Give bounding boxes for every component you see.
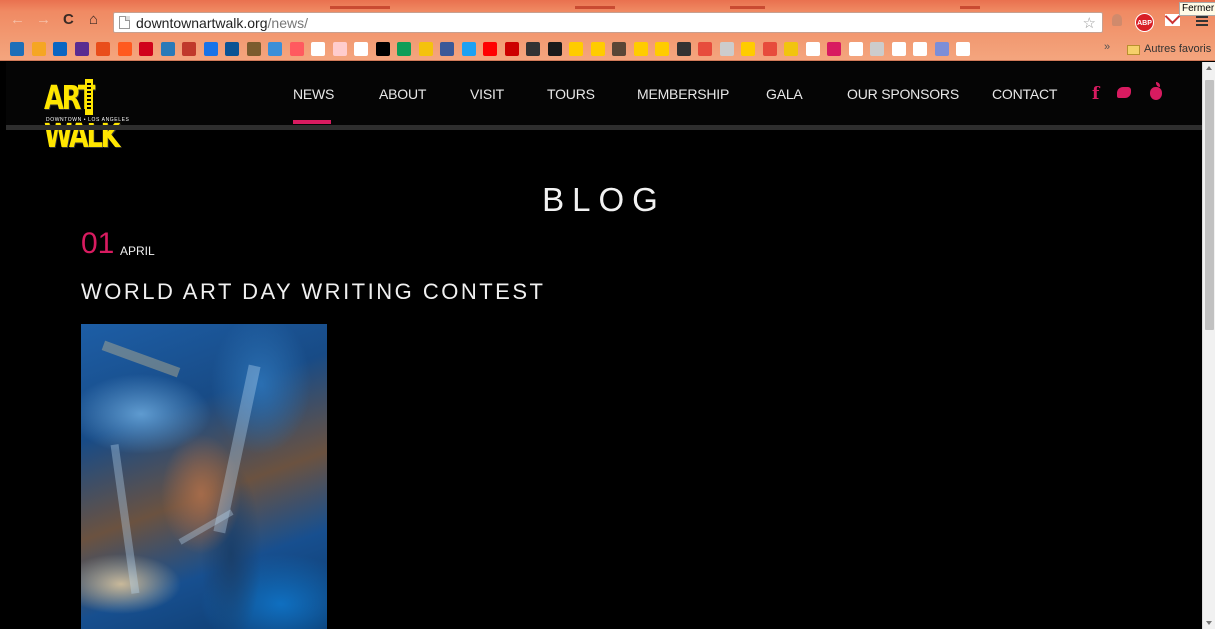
bookmark-favicon-icon[interactable] [956,42,970,56]
browser-toolbar: ← → C ⌂ downtownartwalk.org/news/ ☆ ABP … [0,0,1215,38]
bookmark-favicon-icon[interactable] [526,42,540,56]
bookmark-favicon-icon[interactable] [182,42,196,56]
bookmark-favicon-icon[interactable] [354,42,368,56]
bookmark-favicon-icon[interactable] [375,42,390,56]
folder-icon[interactable] [1127,45,1140,55]
nav-active-indicator [293,120,331,124]
logo-subtitle: DOWNTOWN • LOS ANGELES [46,117,130,123]
url-text[interactable]: downtownartwalk.org/news/ [136,15,308,31]
bookmark-favicon-icon[interactable] [676,42,691,56]
bookmark-favicon-icon[interactable] [246,42,261,56]
tab-strip-decoration [960,6,980,9]
bookmark-favicon-icon[interactable] [10,42,24,56]
bookmark-favicon-icon[interactable] [934,42,949,56]
bookmark-favicon-icon[interactable] [418,42,433,56]
bookmark-favicon-icon[interactable] [633,42,648,56]
bookmark-favicon-icon[interactable] [203,42,218,56]
bookmark-favicon-icon[interactable] [569,42,583,56]
bookmark-favicon-icon[interactable] [289,42,304,56]
bookmark-favicon-icon[interactable] [311,42,325,56]
url-domain: downtownartwalk.org [136,15,268,31]
url-path: /news/ [267,15,308,31]
apple-icon[interactable] [1150,82,1162,100]
twitter-icon[interactable] [1117,87,1131,98]
bookmark-favicon-icon[interactable] [913,42,927,56]
page-scrollbar[interactable] [1202,62,1215,629]
bookmark-favicon-icon[interactable] [483,42,497,56]
tab-strip-decoration [575,6,615,9]
header-divider [6,125,1202,130]
bookmark-favicon-icon[interactable] [461,42,476,56]
adblock-plus-icon[interactable]: ABP [1135,13,1154,32]
bookmarks-bar: » Autres favoris [0,38,1215,61]
image-texture [213,364,261,534]
bookmark-favicon-icon[interactable] [74,42,89,56]
bookmark-favicon-icon[interactable] [53,42,67,56]
bookmark-favicon-icon[interactable] [719,42,734,56]
notification-bell-icon[interactable] [1112,14,1122,26]
bookmark-favicon-icon[interactable] [590,42,605,56]
bookmark-favicon-icon[interactable] [547,42,562,56]
chrome-menu-icon[interactable] [1196,16,1208,26]
post-featured-image[interactable] [81,324,327,629]
bookmark-favicon-icon[interactable] [117,42,132,56]
scroll-up-arrow-icon[interactable] [1206,66,1212,70]
nav-gala[interactable]: GALA [766,85,803,103]
nav-membership[interactable]: MEMBERSHIP [637,85,729,103]
nav-our-sponsors[interactable]: OUR SPONSORS [847,85,959,103]
post-date-day: 01 [81,227,115,260]
artwalk-logo[interactable]: ART WALK DOWNTOWN • LOS ANGELES [44,79,152,155]
bookmark-favicon-icon[interactable] [805,42,820,56]
tab-strip-decoration [330,6,390,9]
bookmark-favicon-icon[interactable] [655,42,669,56]
bookmark-favicon-icon[interactable] [762,42,777,56]
bookmark-favicon-icon[interactable] [440,42,454,56]
bookmark-favicon-icon[interactable] [268,42,282,56]
facebook-icon[interactable]: f [1092,84,1099,104]
page-title: BLOG [542,181,666,218]
bookmark-favicon-icon[interactable] [96,42,110,56]
bookmark-favicon-icon[interactable] [160,42,175,56]
bookmark-favicon-icon[interactable] [139,42,153,56]
close-tooltip: Fermer [1179,2,1215,16]
home-button[interactable]: ⌂ [89,12,98,28]
back-button[interactable]: ← [10,12,25,28]
bookmark-favicon-icon[interactable] [784,42,798,56]
bookmark-favicon-icon[interactable] [397,42,411,56]
bookmark-favicon-icon[interactable] [31,42,46,56]
bookmarks-overflow-chevron[interactable]: » [1104,41,1110,53]
bookmark-favicon-icon[interactable] [225,42,239,56]
bookmark-favicon-icon[interactable] [891,42,906,56]
site-header: ART WALK DOWNTOWN • LOS ANGELES NEWS ABO… [6,62,1202,155]
nav-visit[interactable]: VISIT [470,85,504,103]
bookmark-favicon-icon[interactable] [332,42,347,56]
bookmark-favicon-icon[interactable] [698,42,712,56]
web-page: ART WALK DOWNTOWN • LOS ANGELES NEWS ABO… [6,62,1202,629]
nav-tours[interactable]: TOURS [547,85,595,103]
reload-button[interactable]: C [63,12,74,28]
scroll-thumb[interactable] [1205,80,1214,330]
scroll-down-arrow-icon[interactable] [1206,621,1212,625]
bookmark-favicon-icon[interactable] [848,42,863,56]
bookmarks-folder-other[interactable]: Autres favoris [1144,43,1211,56]
address-bar[interactable]: downtownartwalk.org/news/ ☆ [113,12,1103,33]
image-texture [101,340,181,378]
image-texture [110,444,140,594]
nav-contact[interactable]: CONTACT [992,85,1057,103]
post-title-link[interactable]: WORLD ART DAY WRITING CONTEST [81,278,545,306]
gmail-icon[interactable] [1165,14,1180,26]
bookmark-favicon-icon[interactable] [504,42,519,56]
nav-news[interactable]: NEWS [293,85,334,103]
post-date-month: APRIL [120,244,155,258]
bookmark-favicon-icon[interactable] [870,42,884,56]
tab-strip-decoration [730,6,765,9]
bookmark-favicon-icon[interactable] [612,42,626,56]
logo-tower-graphic [85,79,93,115]
bookmark-favicon-icon[interactable] [827,42,841,56]
bookmark-favicon-icon[interactable] [741,42,755,56]
page-icon [119,16,130,29]
nav-about[interactable]: ABOUT [379,85,426,103]
bookmark-star-icon[interactable]: ☆ [1083,14,1096,32]
forward-button[interactable]: → [36,12,51,28]
